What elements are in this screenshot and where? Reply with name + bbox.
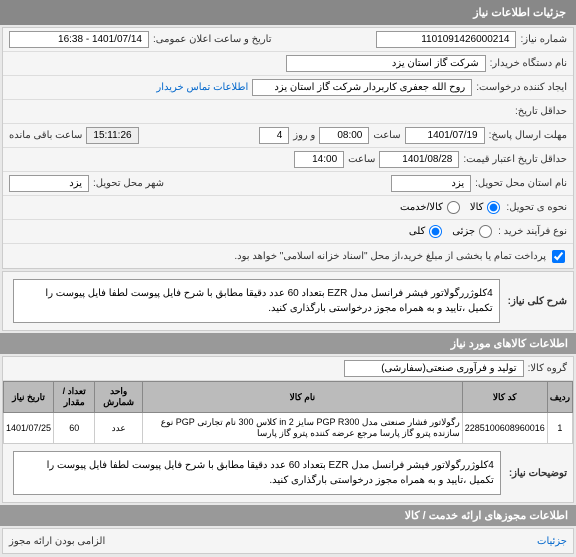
- deadline-label: حداقل تاریخ:: [515, 106, 567, 117]
- announce-label: تاریخ و ساعت اعلان عمومی:: [153, 34, 272, 45]
- td-name: رگولاتور فشار صنعتی مدل PGP R300 سایز in…: [142, 413, 462, 444]
- group-label: گروه کالا:: [528, 363, 567, 374]
- purchase-type-label: نوع فرآیند خرید :: [498, 226, 567, 237]
- td-code: 2285100608960016: [462, 413, 547, 444]
- reply-time: 08:00: [319, 127, 369, 144]
- th-code: کد کالا: [462, 382, 547, 413]
- mandatory-label: الزامی بودن ارائه مجوز: [9, 536, 105, 547]
- service-label: کالا/خدمت: [400, 202, 443, 213]
- reply-deadline-label: مهلت ارسال پاسخ:: [489, 130, 567, 141]
- th-idx: ردیف: [547, 382, 572, 413]
- td-date: 1401/07/25: [4, 413, 54, 444]
- validity-date: 1401/08/28: [379, 151, 459, 168]
- th-unit: واحد شمارش: [95, 382, 143, 413]
- payment-checkbox[interactable]: [552, 250, 565, 263]
- th-qty: تعداد / مقدار: [54, 382, 95, 413]
- contact-link[interactable]: اطلاعات تماس خریدار: [156, 82, 248, 93]
- group-value: تولید و فرآوری صنعتی(سفارشی): [344, 360, 524, 377]
- need-desc-text: 4کلوژررگولاتور فیشر فرانسل مدل EZR بتعدا…: [13, 279, 500, 323]
- goods-table: ردیف کد کالا نام کالا واحد شمارش تعداد /…: [3, 381, 573, 444]
- license-section: جزئیات الزامی بودن ارائه مجوز: [2, 528, 574, 554]
- buyer-label: نام دستگاه خریدار:: [490, 58, 567, 69]
- day-label: و روز: [293, 130, 315, 141]
- need-number-label: شماره نیاز:: [520, 34, 567, 45]
- td-qty: 60: [54, 413, 95, 444]
- full-label: کلی: [409, 226, 425, 237]
- time-label-2: ساعت: [348, 154, 375, 165]
- announce-value: 1401/07/14 - 16:38: [9, 31, 149, 48]
- need-notes-text: 4کلوژررگولاتور فیشر فرانسل مدل EZR بتعدا…: [13, 451, 501, 495]
- table-header-row: ردیف کد کالا نام کالا واحد شمارش تعداد /…: [4, 382, 573, 413]
- payment-note: پرداخت تمام یا بخشی از مبلغ خرید،از محل …: [234, 251, 546, 262]
- partial-radio[interactable]: [479, 225, 492, 238]
- license-header: اطلاعات مجوزهای ارائه خدمت / کالا: [0, 505, 576, 526]
- page-title: جزئیات اطلاعات نیاز: [473, 7, 566, 19]
- main-info-section: شماره نیاز: 1101091426000214 تاریخ و ساع…: [2, 27, 574, 269]
- requester-value: روح الله جعفری کاربردار شرکت گاز استان ی…: [252, 79, 472, 96]
- remaining-label: ساعت باقی مانده: [9, 130, 82, 141]
- th-date: تاریخ نیاز: [4, 382, 54, 413]
- reply-date: 1401/07/19: [405, 127, 485, 144]
- service-radio[interactable]: [447, 201, 460, 214]
- validity-label: حداقل تاریخ اعتبار قیمت:: [463, 154, 567, 165]
- full-radio[interactable]: [429, 225, 442, 238]
- goods-label: کالا: [470, 202, 484, 213]
- validity-time: 14:00: [294, 151, 344, 168]
- province-label: نام استان محل تحویل:: [475, 178, 567, 189]
- requester-label: ایجاد کننده درخواست:: [476, 82, 567, 93]
- table-row: 1 2285100608960016 رگولاتور فشار صنعتی م…: [4, 413, 573, 444]
- province-value: یزد: [391, 175, 471, 192]
- goods-info-section: گروه کالا: تولید و فرآوری صنعتی(سفارشی) …: [2, 356, 574, 503]
- delivery-type-label: نحوه ی تحویل:: [506, 202, 567, 213]
- days-value: 4: [259, 127, 289, 144]
- buyer-value: شرکت گاز استان یزد: [286, 55, 486, 72]
- partial-label: جزئی: [452, 226, 475, 237]
- purchase-type-radios: جزئی کلی: [409, 225, 494, 238]
- city-value: یزد: [9, 175, 89, 192]
- th-name: نام کالا: [142, 382, 462, 413]
- time-label-1: ساعت: [373, 130, 400, 141]
- goods-info-header: اطلاعات کالاهای مورد نیاز: [0, 333, 576, 354]
- countdown-timer: 15:11:26: [86, 127, 138, 144]
- need-desc-section: شرح کلی نیاز: 4کلوژررگولاتور فیشر فرانسل…: [2, 271, 574, 331]
- page-header: جزئیات اطلاعات نیاز: [0, 0, 576, 25]
- need-number-value: 1101091426000214: [376, 31, 516, 48]
- need-notes-label: توضیحات نیاز:: [509, 468, 567, 479]
- td-idx: 1: [547, 413, 572, 444]
- details-link[interactable]: جزئیات: [537, 536, 567, 547]
- city-label: شهر محل تحویل:: [93, 178, 164, 189]
- goods-radio[interactable]: [487, 201, 500, 214]
- delivery-type-radios: کالا کالا/خدمت: [400, 201, 502, 214]
- need-desc-header: شرح کلی نیاز:: [508, 296, 567, 307]
- td-unit: عدد: [95, 413, 143, 444]
